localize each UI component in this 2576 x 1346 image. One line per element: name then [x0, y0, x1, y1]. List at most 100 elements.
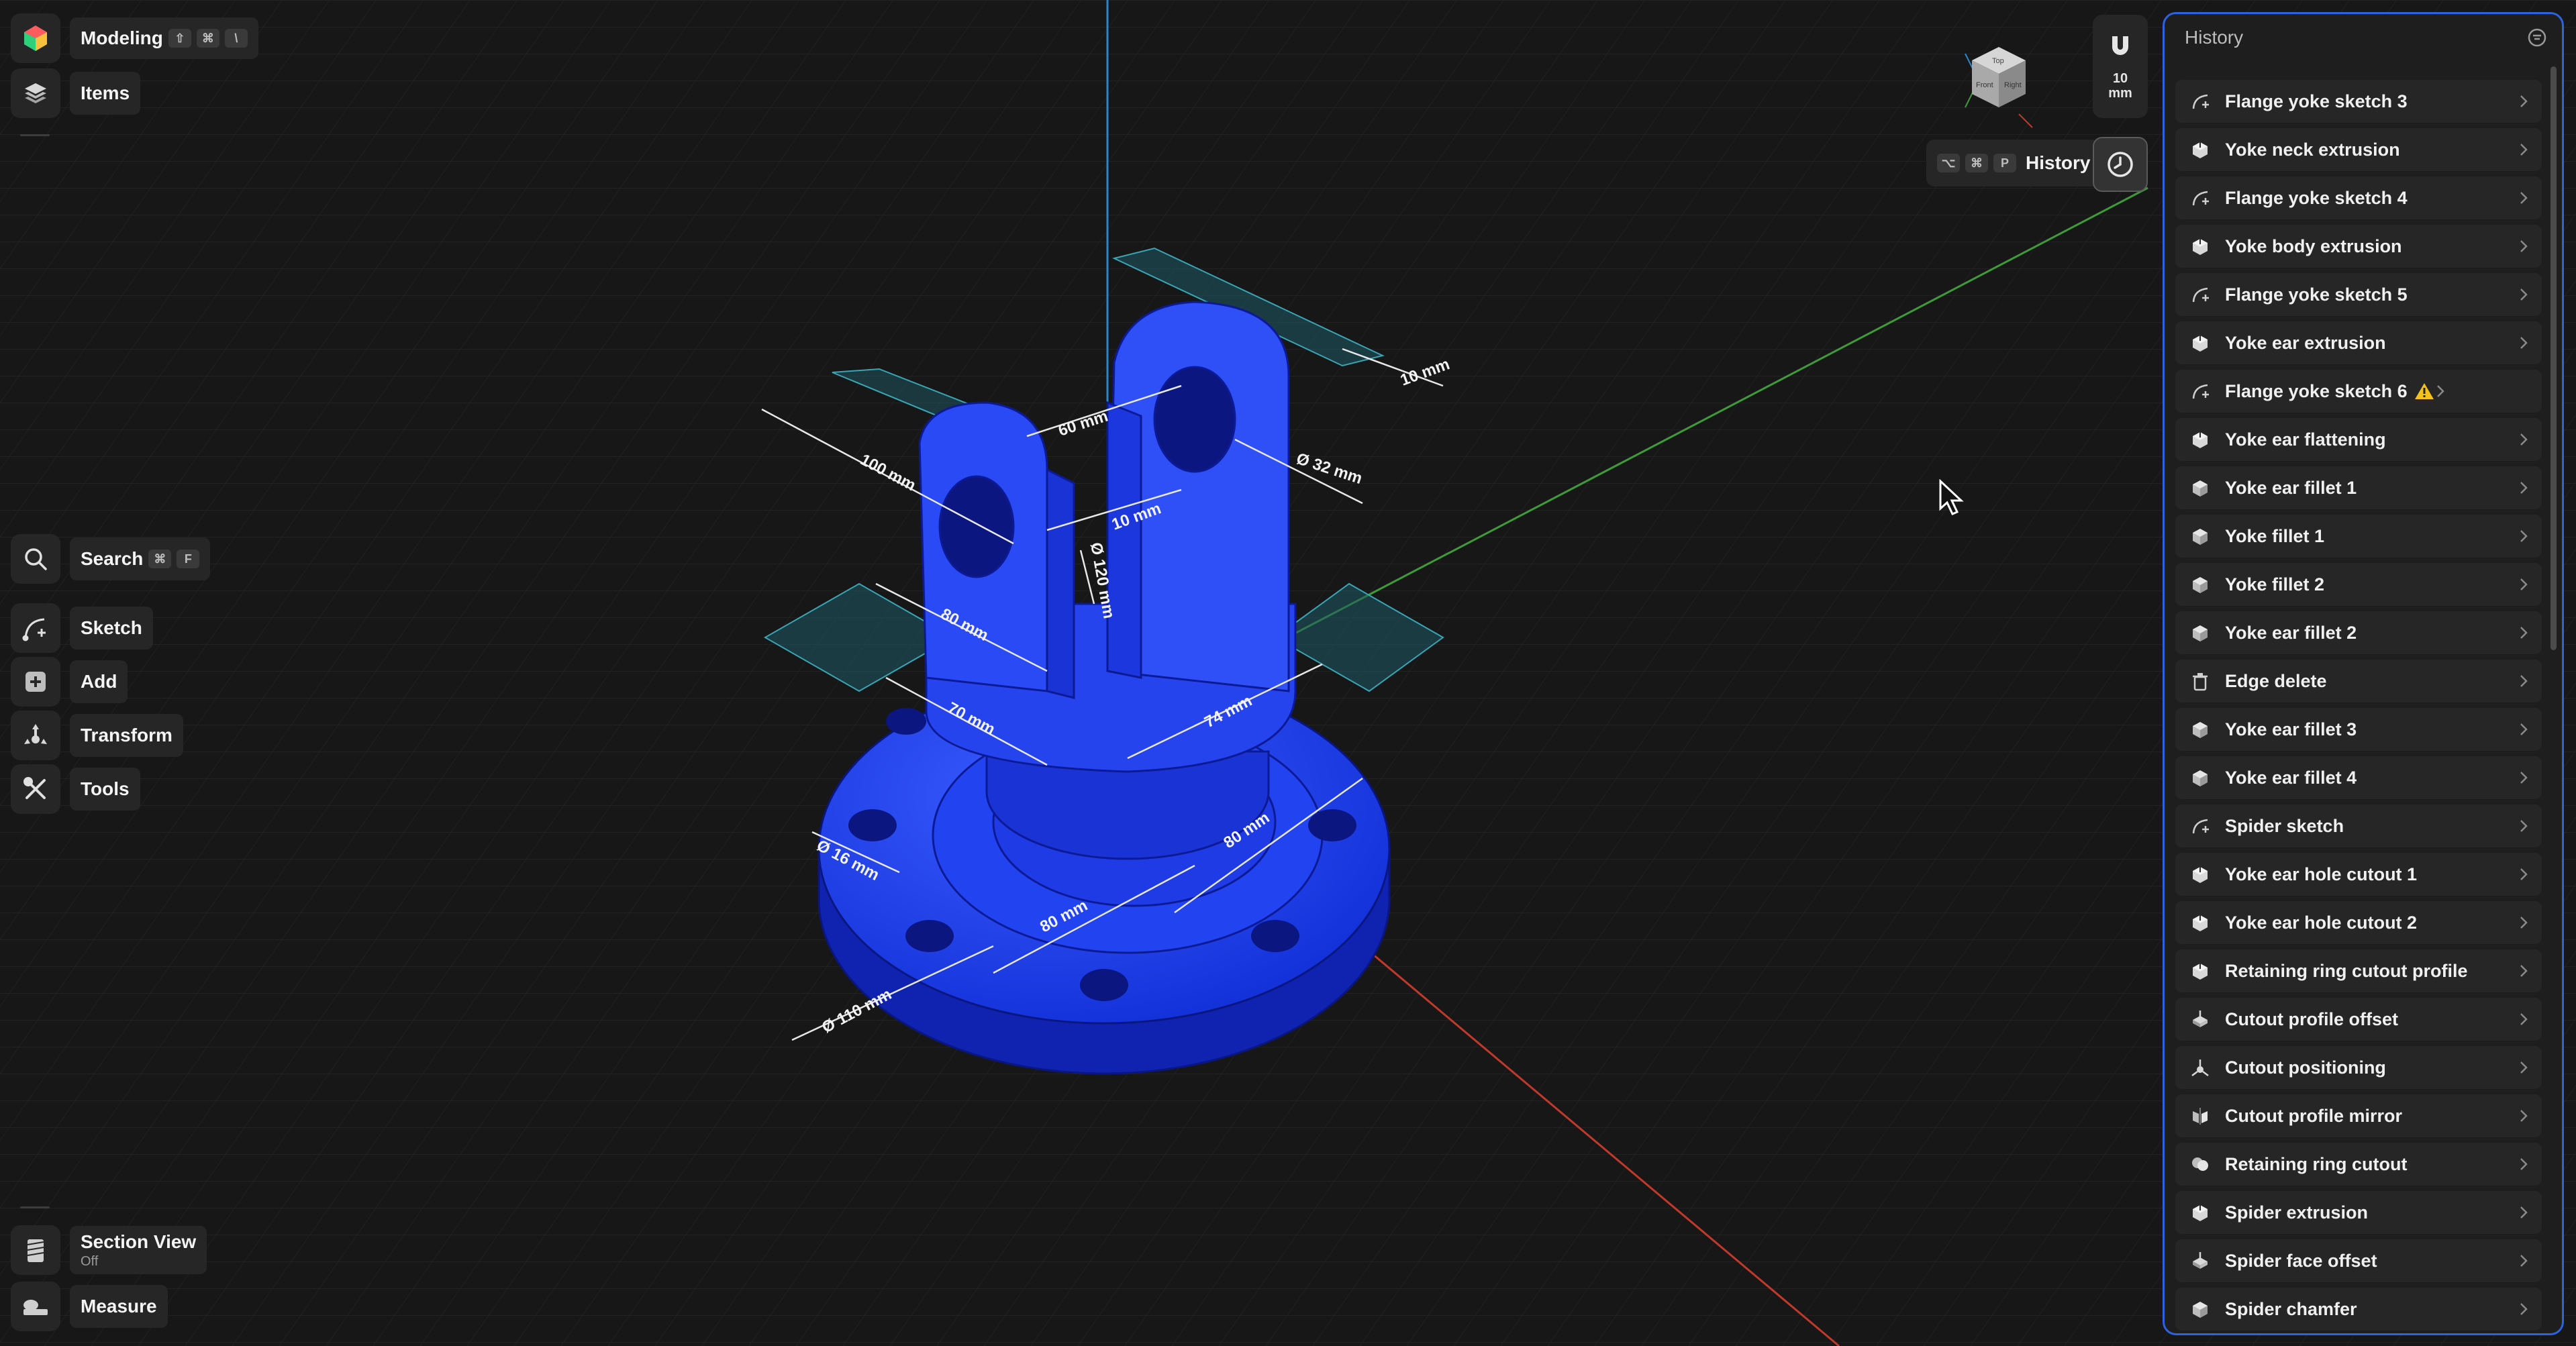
add-tool[interactable]: Add: [11, 657, 128, 707]
history-item[interactable]: Flange yoke sketch 5: [2175, 273, 2542, 316]
toolbar-divider: [20, 1206, 50, 1208]
history-item[interactable]: Yoke ear fillet 3: [2175, 708, 2542, 751]
grid-unit[interactable]: 10 mm: [2108, 71, 2132, 101]
chevron-right-icon: [2520, 1013, 2528, 1025]
history-item[interactable]: Cutout positioning: [2175, 1046, 2542, 1089]
tools-button[interactable]: Tools: [70, 768, 140, 811]
fillet-icon: [2193, 625, 2208, 641]
section-view-tool[interactable]: Section View Off: [11, 1225, 207, 1275]
measure-tool[interactable]: Measure: [11, 1282, 168, 1331]
transform-tool[interactable]: Transform: [11, 711, 183, 760]
fillet-icon: [2193, 722, 2208, 738]
history-item-label: Retaining ring cutout profile: [2225, 960, 2468, 981]
section-view-button[interactable]: Section View Off: [70, 1226, 207, 1274]
history-toggle-button[interactable]: [2093, 137, 2148, 192]
history-scrollbar[interactable]: [2550, 66, 2557, 650]
view-cube-top: Top: [1992, 57, 2004, 65]
chevron-right-icon: [2520, 965, 2528, 977]
view-cube-front: Front: [1976, 81, 1993, 89]
sketch-tool[interactable]: Sketch: [11, 603, 153, 653]
filter-icon[interactable]: [2527, 28, 2547, 48]
history-item[interactable]: Yoke body extrusion: [2175, 225, 2542, 268]
transform-icon: [2191, 1059, 2209, 1076]
history-item[interactable]: Yoke ear fillet 2: [2175, 611, 2542, 654]
view-cube[interactable]: Top Front Right: [1952, 40, 2046, 138]
history-item[interactable]: Yoke ear fillet 4: [2175, 756, 2542, 799]
magnet-icon[interactable]: [2106, 32, 2135, 62]
section-view-label: Section View: [81, 1231, 197, 1252]
section-view-icon[interactable]: [11, 1225, 60, 1275]
history-item[interactable]: Yoke ear flattening: [2175, 418, 2542, 461]
history-item-label: Yoke ear flattening: [2225, 429, 2386, 450]
history-item[interactable]: Cutout profile offset: [2175, 998, 2542, 1041]
tools-tool[interactable]: Tools: [11, 764, 140, 814]
extrude-icon: [2193, 914, 2208, 931]
history-item-label: Flange yoke sketch 4: [2225, 187, 2408, 208]
transform-button[interactable]: Transform: [70, 714, 183, 757]
history-item[interactable]: Flange yoke sketch 6: [2175, 370, 2542, 413]
history-panel[interactable]: History Flange yoke sketch 3 Yoke neck ex…: [2163, 12, 2564, 1335]
history-toggle-text: History: [2026, 152, 2091, 173]
chevron-right-icon: [2520, 482, 2528, 494]
history-item-label: Edge delete: [2225, 670, 2327, 691]
history-item-label: Spider chamfer: [2225, 1298, 2357, 1319]
chevron-right-icon: [2520, 1255, 2528, 1267]
history-item[interactable]: Flange yoke sketch 4: [2175, 176, 2542, 219]
history-item[interactable]: Retaining ring cutout profile: [2175, 949, 2542, 992]
history-item[interactable]: Spider chamfer: [2175, 1288, 2542, 1331]
search-button[interactable]: Search ⌘ F: [70, 537, 211, 580]
shortcut-key: F: [177, 550, 200, 568]
add-icon[interactable]: [11, 657, 60, 707]
history-item[interactable]: Yoke neck extrusion: [2175, 128, 2542, 171]
shortcut-key: P: [1993, 154, 2016, 172]
extrude-icon: [2193, 141, 2208, 158]
history-item-label: Spider sketch: [2225, 815, 2344, 836]
shortcut-key: \: [224, 29, 248, 48]
history-item[interactable]: Spider face offset: [2175, 1239, 2542, 1282]
app-logo-icon[interactable]: [11, 13, 60, 63]
chevron-right-icon: [2520, 1206, 2528, 1219]
history-item[interactable]: Retaining ring cutout: [2175, 1143, 2542, 1186]
sketch-icon[interactable]: [11, 603, 60, 653]
history-item[interactable]: Edge delete: [2175, 660, 2542, 703]
transform-icon[interactable]: [11, 711, 60, 760]
fillet-icon: [2193, 1302, 2208, 1318]
boolean-icon: [2192, 1157, 2208, 1171]
history-item[interactable]: Yoke fillet 2: [2175, 563, 2542, 606]
layers-icon[interactable]: [11, 68, 60, 118]
history-item[interactable]: Yoke fillet 1: [2175, 515, 2542, 558]
search-tool[interactable]: Search ⌘ F: [11, 534, 211, 584]
sketch-icon: [2192, 94, 2209, 109]
history-item[interactable]: Yoke ear hole cutout 1: [2175, 853, 2542, 896]
search-label: Search: [81, 548, 144, 569]
history-item[interactable]: Spider sketch: [2175, 805, 2542, 847]
mode-button[interactable]: Modeling ⇧ ⌘ \: [70, 17, 258, 59]
snap-controls[interactable]: 10 mm: [2093, 15, 2148, 118]
history-list[interactable]: Flange yoke sketch 3 Yoke neck extrusion F…: [2175, 80, 2542, 1333]
items-button[interactable]: Items: [70, 72, 141, 115]
history-toggle-label[interactable]: ⌥ ⌘ P History: [1926, 140, 2101, 187]
offset-icon: [2193, 1011, 2208, 1027]
sketch-icon: [2192, 191, 2209, 206]
search-icon[interactable]: [11, 534, 60, 584]
history-item-label: Yoke neck extrusion: [2225, 139, 2400, 160]
sketch-button[interactable]: Sketch: [70, 607, 153, 650]
wrench-icon[interactable]: [11, 764, 60, 814]
history-item[interactable]: Flange yoke sketch 3: [2175, 80, 2542, 123]
add-button[interactable]: Add: [70, 660, 128, 703]
chevron-right-icon: [2520, 868, 2528, 880]
shortcut-key: ⌘: [196, 29, 219, 48]
history-item[interactable]: Yoke ear fillet 1: [2175, 466, 2542, 509]
history-item[interactable]: Yoke ear hole cutout 2: [2175, 901, 2542, 944]
measure-icon[interactable]: [11, 1282, 60, 1331]
chevron-right-icon: [2520, 192, 2528, 204]
items-tool[interactable]: Items: [11, 68, 141, 118]
modeling-workspace[interactable]: Modeling ⇧ ⌘ \: [11, 13, 258, 63]
history-item[interactable]: Cutout profile mirror: [2175, 1094, 2542, 1137]
measure-button[interactable]: Measure: [70, 1285, 168, 1328]
chevron-right-icon: [2520, 289, 2528, 301]
history-item[interactable]: Yoke ear extrusion: [2175, 321, 2542, 364]
chevron-right-icon: [2520, 337, 2528, 349]
history-item-label: Flange yoke sketch 5: [2225, 284, 2408, 305]
history-item[interactable]: Spider extrusion: [2175, 1191, 2542, 1234]
